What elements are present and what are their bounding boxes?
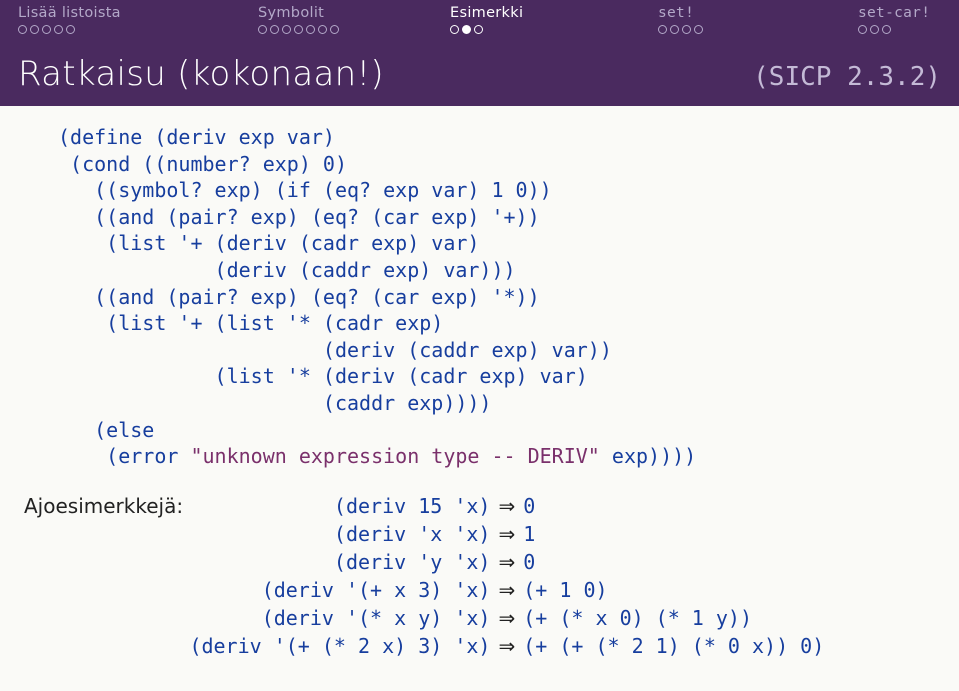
code-line: ((and (pair? exp) (eq? (car exp) '+)) [58,205,540,229]
code-line: (else [58,418,154,442]
arrow-icon: ⇒ [498,520,515,548]
nav-progress-dots [450,25,483,34]
example-call: (deriv '(+ (* 2 x) 3) 'x) [189,632,490,660]
example-call: (deriv 'y 'x) [189,548,490,576]
progress-dot[interactable] [694,25,703,34]
nav-section-label: set-car! [858,5,930,21]
slide-content: (define (deriv exp var) (cond ((number? … [0,106,959,660]
code-line: (error "unknown expression type -- DERIV… [58,444,696,468]
nav-section[interactable]: Symbolit [258,5,450,46]
progress-dot[interactable] [330,25,339,34]
nav-progress-dots [658,25,703,34]
examples-label: Ajoesimerkkejä: [24,494,183,518]
code-line: (list '* (deriv (cadr exp) var) [58,364,588,388]
nav-bar: Lisää listoista Symbolit Esimerkki set! set-… [0,0,959,48]
code-line: (deriv (caddr exp) var)) [58,338,612,362]
code-line: ((and (pair? exp) (eq? (car exp) '*)) [58,285,540,309]
progress-dot[interactable] [54,25,63,34]
nav-section-label: Esimerkki [450,5,523,21]
progress-dot[interactable] [870,25,879,34]
examples-grid: (deriv 15 'x) ⇒ 0 (deriv 'x 'x) ⇒ 1 (deriv 'y … [189,492,824,660]
example-call: (deriv 15 'x) [189,492,490,520]
example-result: (+ (+ (* 2 1) (* 0 x)) 0) [523,632,824,660]
code-line: ((symbol? exp) (if (eq? exp var) 1 0)) [58,178,552,202]
nav-section-label: set! [658,5,694,21]
code-block: (define (deriv exp var) (cond ((number? … [58,124,939,470]
examples-block: Ajoesimerkkejä: (deriv 15 'x) ⇒ 0 (deriv 'x… [24,492,939,660]
nav-section[interactable]: Lisää listoista [18,5,258,46]
progress-dot[interactable] [282,25,291,34]
example-result: 0 [523,548,824,576]
progress-dot[interactable] [258,25,267,34]
example-result: 1 [523,520,824,548]
example-call: (deriv 'x 'x) [189,520,490,548]
progress-dot[interactable] [30,25,39,34]
arrow-icon: ⇒ [498,604,515,632]
progress-dot[interactable] [450,25,459,34]
nav-progress-dots [858,25,891,34]
progress-dot[interactable] [670,25,679,34]
slide-title: Ratkaisu (kokonaan!) [18,54,384,94]
nav-section[interactable]: Esimerkki [450,5,658,46]
example-result: (+ (* x 0) (* 1 y)) [523,604,824,632]
code-line: (list '+ (list '* (cadr exp) [58,311,443,335]
progress-dot[interactable] [270,25,279,34]
code-line: (list '+ (deriv (cadr exp) var) [58,231,479,255]
progress-dot[interactable] [474,25,483,34]
progress-dot[interactable] [658,25,667,34]
arrow-icon: ⇒ [498,548,515,576]
nav-progress-dots [258,25,339,34]
progress-dot[interactable] [882,25,891,34]
code-line: (caddr exp)))) [58,391,491,415]
title-band: Ratkaisu (kokonaan!) (SICP 2.3.2) [0,48,959,106]
example-call: (deriv '(+ x 3) 'x) [189,576,490,604]
nav-section[interactable]: set! [658,5,858,46]
arrow-icon: ⇒ [498,576,515,604]
slide-reference: (SICP 2.3.2) [753,62,941,92]
progress-dot[interactable] [858,25,867,34]
example-result: 0 [523,492,824,520]
arrow-icon: ⇒ [498,632,515,660]
nav-section-label: Symbolit [258,5,324,21]
nav-section-label: Lisää listoista [18,5,121,21]
string-literal: "unknown expression type -- DERIV" [190,444,599,468]
nav-progress-dots [18,25,75,34]
progress-dot[interactable] [294,25,303,34]
nav-section[interactable]: set-car! [858,5,941,46]
progress-dot[interactable] [66,25,75,34]
example-call: (deriv '(* x y) 'x) [189,604,490,632]
progress-dot[interactable] [682,25,691,34]
code-line: (define (deriv exp var) [58,125,335,149]
progress-dot[interactable] [318,25,327,34]
progress-dot[interactable] [42,25,51,34]
code-line: (cond ((number? exp) 0) [58,152,347,176]
code-line: (deriv (caddr exp) var))) [58,258,516,282]
progress-dot[interactable] [18,25,27,34]
example-result: (+ 1 0) [523,576,824,604]
arrow-icon: ⇒ [498,492,515,520]
progress-dot[interactable] [306,25,315,34]
progress-dot[interactable] [462,25,471,34]
